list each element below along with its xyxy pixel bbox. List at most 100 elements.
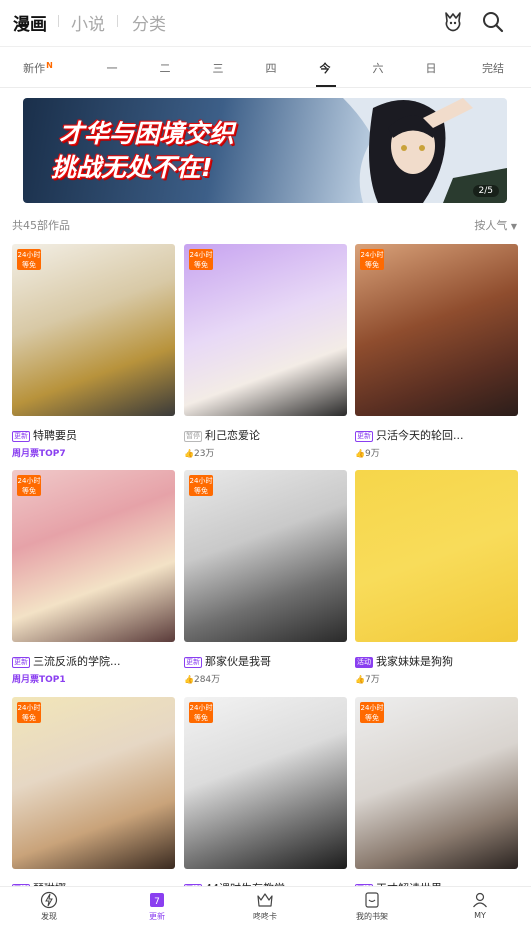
wait-free-badge: 24小时等免	[17, 475, 41, 496]
work-count: 共45部作品	[12, 219, 70, 232]
tab-sunday[interactable]: 日	[411, 60, 451, 76]
sort-dropdown[interactable]: 按人气 ▼	[474, 217, 517, 233]
tab-wednesday[interactable]: 三	[198, 60, 238, 76]
bolt-icon	[40, 891, 58, 909]
wait-free-badge: 24小时等免	[189, 475, 213, 496]
caret-down-icon: ▼	[510, 222, 517, 231]
banner-pager: 2/5	[472, 185, 499, 197]
popularity-value: 7万	[364, 675, 380, 685]
search-icon[interactable]	[481, 10, 505, 34]
status-tag: 更新	[12, 431, 30, 442]
comic-title: 只活今天的轮回...	[376, 429, 464, 442]
comic-meta: 更新 只活今天的轮回... 👍9万	[355, 427, 518, 459]
tab-completed[interactable]: 完结	[473, 60, 513, 76]
nav-bookshelf[interactable]: 我的书架	[342, 891, 402, 922]
profile-icon	[473, 892, 487, 908]
badge-line-1: 24小时	[17, 704, 41, 712]
tab-divider	[58, 15, 59, 27]
tab-thursday[interactable]: 四	[251, 60, 291, 76]
thumbs-up-icon: 👍	[355, 675, 365, 684]
popularity-value: 23万	[193, 449, 215, 459]
status-tag: 暂停	[184, 431, 202, 442]
comic-title-line: 更新 那家伙是我哥	[184, 653, 347, 669]
ranking-label: 周月票TOP7	[12, 446, 175, 459]
calendar-icon: 7	[150, 893, 164, 907]
sort-label: 按人气	[474, 219, 508, 232]
ranking-text: 周月票TOP1	[12, 675, 66, 685]
nav-discover-label: 发现	[41, 912, 57, 921]
ranking-label: 周月票TOP1	[12, 672, 175, 685]
badge-line-2: 等免	[194, 261, 208, 269]
comic-title: 特聘要员	[33, 429, 77, 442]
status-tag: 更新	[355, 431, 373, 442]
badge-line-1: 24小时	[189, 477, 213, 485]
nav-my[interactable]: MY	[450, 891, 510, 920]
wait-free-badge: 24小时 等免	[189, 249, 213, 270]
comic-cover[interactable]: 24小时 等免	[12, 697, 175, 869]
bookshelf-icon	[365, 892, 379, 908]
comic-meta: 暂停 利己恋爱论 👍23万	[184, 427, 347, 459]
wait-free-badge: 24小时 等免	[189, 702, 213, 723]
active-tab-underline	[316, 85, 336, 87]
tab-novels[interactable]: 小说	[71, 10, 105, 35]
status-tag: 更新	[184, 657, 202, 668]
status-tag: 更新	[12, 657, 30, 668]
badge-line-2: 等免	[194, 487, 208, 495]
wait-free-badge: 24小时 等免	[360, 249, 384, 270]
popularity-count: 👍23万	[184, 446, 347, 459]
badge-line-1: 24小时	[17, 251, 41, 259]
thumbs-up-icon: 👍	[355, 449, 365, 458]
comic-cover[interactable]	[355, 470, 518, 642]
comic-meta: 更新 三流反派的学院... 周月票TOP1	[12, 653, 175, 685]
comic-title-line: 暂停 利己恋爱论	[184, 427, 347, 443]
tab-new-label: 新作	[23, 62, 46, 75]
popularity-value: 9万	[364, 449, 380, 459]
vip-card-icon	[257, 893, 273, 907]
nav-updates-label: 更新	[149, 912, 165, 921]
comic-title-line: 更新 特聘要员	[12, 427, 175, 443]
comic-title: 三流反派的学院...	[33, 655, 121, 668]
nav-card-label: 咚咚卡	[253, 912, 277, 921]
tab-comics[interactable]: 漫画	[13, 10, 47, 35]
wait-free-badge: 24小时等免	[360, 702, 384, 723]
nav-card[interactable]: 咚咚卡	[235, 891, 295, 922]
comic-cover[interactable]: 24小时 等免	[355, 244, 518, 416]
comic-cover[interactable]: 24小时等免	[355, 697, 518, 869]
comic-cover[interactable]: 24小时 等免	[184, 244, 347, 416]
badge-line-2: 等免	[22, 487, 36, 495]
badge-line-1: 24小时	[189, 704, 213, 712]
comic-cover[interactable]: 24小时等免	[12, 470, 175, 642]
badge-line-1: 24小时	[360, 704, 384, 712]
badge-line-2: 等免	[22, 261, 36, 269]
tab-saturday[interactable]: 六	[358, 60, 398, 76]
tab-tuesday[interactable]: 二	[145, 60, 185, 76]
promo-banner[interactable]: 才华与困境交织 挑战无处不在! 2/5	[23, 98, 507, 203]
wait-free-badge: 24小时等免	[17, 249, 41, 270]
top-bar: 漫画 小说 分类	[0, 0, 531, 44]
comic-title-line: 更新 只活今天的轮回...	[355, 427, 518, 443]
status-tag: 活动	[355, 657, 373, 668]
comic-cover[interactable]: 24小时等免	[184, 470, 347, 642]
popularity-count: 👍284万	[184, 672, 347, 685]
popularity-count: 👍9万	[355, 446, 518, 459]
calendar-day: 7	[154, 897, 160, 907]
popularity-count: 👍7万	[355, 672, 518, 685]
ranking-text: 周月票TOP7	[12, 449, 66, 459]
comic-meta: 更新 特聘要员周月票TOP7	[12, 427, 175, 459]
nav-bookshelf-label: 我的书架	[356, 912, 388, 921]
badge-line-1: 24小时	[17, 477, 41, 485]
comic-meta: 更新 那家伙是我哥 👍284万	[184, 653, 347, 685]
comic-cover[interactable]: 24小时 等免	[184, 697, 347, 869]
tab-categories[interactable]: 分类	[132, 10, 166, 35]
badge-line-2: 等免	[365, 714, 379, 722]
banner-headline-1: 才华与困境交织	[59, 119, 235, 148]
tab-monday[interactable]: 一	[92, 60, 132, 76]
tab-today[interactable]: 今	[305, 60, 345, 76]
mascot-icon[interactable]	[441, 10, 465, 34]
tab-divider	[117, 15, 118, 27]
comic-cover[interactable]: 24小时等免	[12, 244, 175, 416]
banner-headline-2: 挑战无处不在!	[51, 153, 213, 182]
nav-discover[interactable]: 发现	[19, 891, 79, 922]
nav-updates[interactable]: 7 更新	[127, 891, 187, 922]
tab-new[interactable]: 新作N	[18, 60, 58, 76]
